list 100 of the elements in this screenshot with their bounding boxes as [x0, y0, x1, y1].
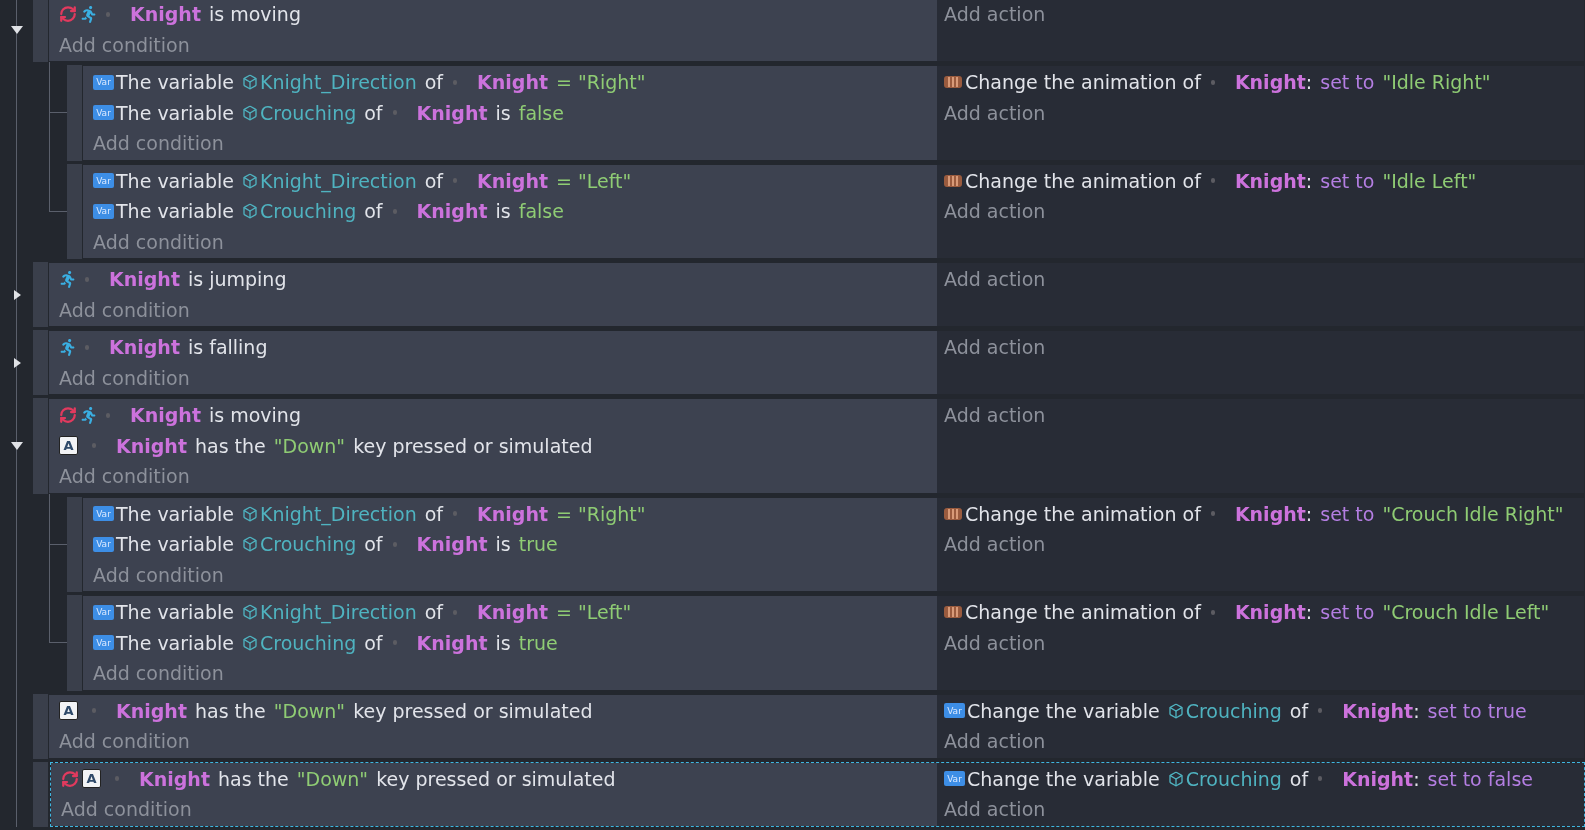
- instruction-text: :: [1305, 601, 1313, 624]
- variable-name: Crouching: [260, 101, 357, 124]
- refresh-icon: [59, 5, 77, 24]
- value-text: true: [518, 533, 558, 556]
- object-name: Knight: [416, 200, 488, 223]
- value-text: = "Right": [556, 502, 646, 525]
- object-name: Knight: [416, 631, 488, 654]
- object-name: Knight: [116, 434, 187, 457]
- object-name: Knight: [477, 169, 548, 192]
- variable-name: Crouching: [1185, 767, 1282, 790]
- add-action-link[interactable]: Add action: [944, 404, 1046, 427]
- instruction-text: of: [424, 601, 444, 624]
- object-name: Knight: [1234, 601, 1306, 624]
- instruction-text: :: [1305, 169, 1313, 192]
- variable-badge: Var: [944, 703, 965, 719]
- operation-text: set to: [1320, 502, 1375, 525]
- event-body[interactable]: Knight is moving Add condition Add action: [48, 0, 1585, 62]
- selected-event[interactable]: A Knight has the "Down" key pressed or simulated Add condition Var Change the variable Crouching of Knight: set to false Add action: [50, 761, 1585, 827]
- instruction-text: The variable: [116, 101, 235, 124]
- instruction-text: The variable: [116, 533, 235, 556]
- add-condition-link[interactable]: Add condition: [93, 230, 224, 253]
- add-action-link[interactable]: Add action: [944, 200, 1046, 223]
- cube-icon: [242, 536, 259, 553]
- object-name: Knight: [1234, 71, 1306, 94]
- event-handle[interactable]: [67, 496, 82, 592]
- operation-text: set to true: [1427, 699, 1527, 722]
- event-handle[interactable]: [67, 65, 82, 161]
- object-name: Knight: [130, 3, 201, 26]
- instruction-text: is jumping: [188, 268, 287, 291]
- variable-badge: Var: [93, 506, 114, 522]
- add-action-link[interactable]: Add action: [944, 268, 1046, 291]
- add-condition-link[interactable]: Add condition: [59, 465, 190, 488]
- add-condition-link[interactable]: Add condition: [93, 132, 224, 155]
- event-handle[interactable]: [33, 330, 48, 395]
- event-body[interactable]: Knight is moving A Knight has the "Down" key pressed or simulated Add condition Add action: [48, 398, 1585, 494]
- object-name: Knight: [109, 336, 180, 359]
- instruction-text: of: [364, 631, 383, 654]
- instruction-text: Change the animation of: [965, 169, 1201, 192]
- film-strip-icon: [944, 174, 962, 187]
- add-action-link[interactable]: Add action: [944, 533, 1046, 556]
- running-person-icon: [59, 270, 76, 288]
- add-condition-link[interactable]: Add condition: [59, 33, 190, 56]
- instruction-text: :: [1305, 71, 1313, 94]
- value-text: = "Left": [556, 169, 632, 192]
- variable-name: Crouching: [260, 200, 357, 223]
- event-handle[interactable]: [67, 595, 82, 691]
- variable-badge: Var: [944, 771, 965, 787]
- object-name: Knight: [416, 533, 488, 556]
- variable-name: Knight_Direction: [260, 502, 417, 525]
- event-body[interactable]: Knight is falling Add condition Add action: [48, 330, 1585, 395]
- instruction-text: of: [424, 169, 444, 192]
- instruction-text: Change the animation of: [965, 502, 1201, 525]
- cube-icon: [242, 505, 259, 522]
- instruction-text: key pressed or simulated: [353, 699, 593, 722]
- event-body[interactable]: A Knight has the "Down" key pressed or simulated Add condition Var Change the variable Crouching of Knight: set to true Add action: [48, 693, 1585, 759]
- add-condition-link[interactable]: Add condition: [59, 366, 190, 389]
- add-action-link[interactable]: Add action: [944, 730, 1046, 753]
- event-handle[interactable]: [33, 761, 48, 827]
- variable-badge: Var: [93, 74, 114, 90]
- event-handle[interactable]: [33, 262, 48, 327]
- value-text: "Crouch Idle Right": [1382, 502, 1564, 525]
- add-condition-link[interactable]: Add condition: [59, 298, 190, 321]
- instruction-text: key pressed or simulated: [353, 434, 593, 457]
- instruction-text: is: [495, 631, 511, 654]
- add-action-link[interactable]: Add action: [944, 336, 1046, 359]
- collapse-toggle[interactable]: [9, 439, 24, 452]
- collapse-toggle[interactable]: [9, 23, 24, 36]
- add-condition-link[interactable]: Add condition: [93, 662, 224, 685]
- cube-icon: [242, 104, 259, 121]
- instruction-text: of: [1289, 767, 1309, 790]
- add-action-link[interactable]: Add action: [944, 631, 1046, 654]
- variable-badge: Var: [93, 536, 114, 552]
- event-handle[interactable]: [67, 163, 82, 259]
- film-strip-icon: [944, 76, 962, 89]
- add-condition-link[interactable]: Add condition: [93, 563, 224, 586]
- cube-icon: [242, 203, 259, 220]
- operation-text: set to: [1320, 71, 1375, 94]
- event-handle[interactable]: [33, 693, 48, 759]
- add-action-link[interactable]: Add action: [944, 798, 1046, 821]
- event-body[interactable]: Knight is jumping Add condition Add action: [48, 262, 1585, 327]
- value-text: "Down": [273, 434, 346, 457]
- object-name: Knight: [477, 502, 548, 525]
- event-body[interactable]: Var The variable Knight_Direction of Knight = "Right" Var The variable Crouching of Knight is false Add condition Change the animation of Knight: set to "Idle Right" Add action: [82, 65, 1585, 161]
- value-text: false: [518, 200, 564, 223]
- add-action-link[interactable]: Add action: [944, 101, 1046, 124]
- event-body[interactable]: Var The variable Knight_Direction of Knight = "Left" Var The variable Crouching of Knight is true Add condition Change the animation of Knight: set to "Crouch Idle Left" Add action: [82, 595, 1585, 691]
- add-condition-link[interactable]: Add condition: [61, 798, 192, 821]
- operation-text: set to: [1320, 169, 1375, 192]
- variable-badge: Var: [93, 173, 114, 189]
- cube-icon: [242, 634, 259, 651]
- event-body[interactable]: Var The variable Knight_Direction of Knight = "Right" Var The variable Crouching of Knight is true Add condition Change the animation of Knight: set to "Crouch Idle Right" Add action: [82, 496, 1585, 592]
- add-condition-link[interactable]: Add condition: [59, 730, 190, 753]
- variable-name: Crouching: [260, 631, 357, 654]
- event-handle[interactable]: [33, 398, 48, 494]
- event-body[interactable]: Var The variable Knight_Direction of Knight = "Left" Var The variable Crouching of Knight is false Add condition Change the animation of Knight: set to "Idle Left" Add action: [82, 163, 1585, 259]
- value-text: "Down": [273, 699, 346, 722]
- add-action-link[interactable]: Add action: [944, 3, 1046, 26]
- value-text: "Crouch Idle Left": [1382, 601, 1550, 624]
- event-handle[interactable]: [33, 0, 48, 62]
- instruction-text: The variable: [116, 631, 235, 654]
